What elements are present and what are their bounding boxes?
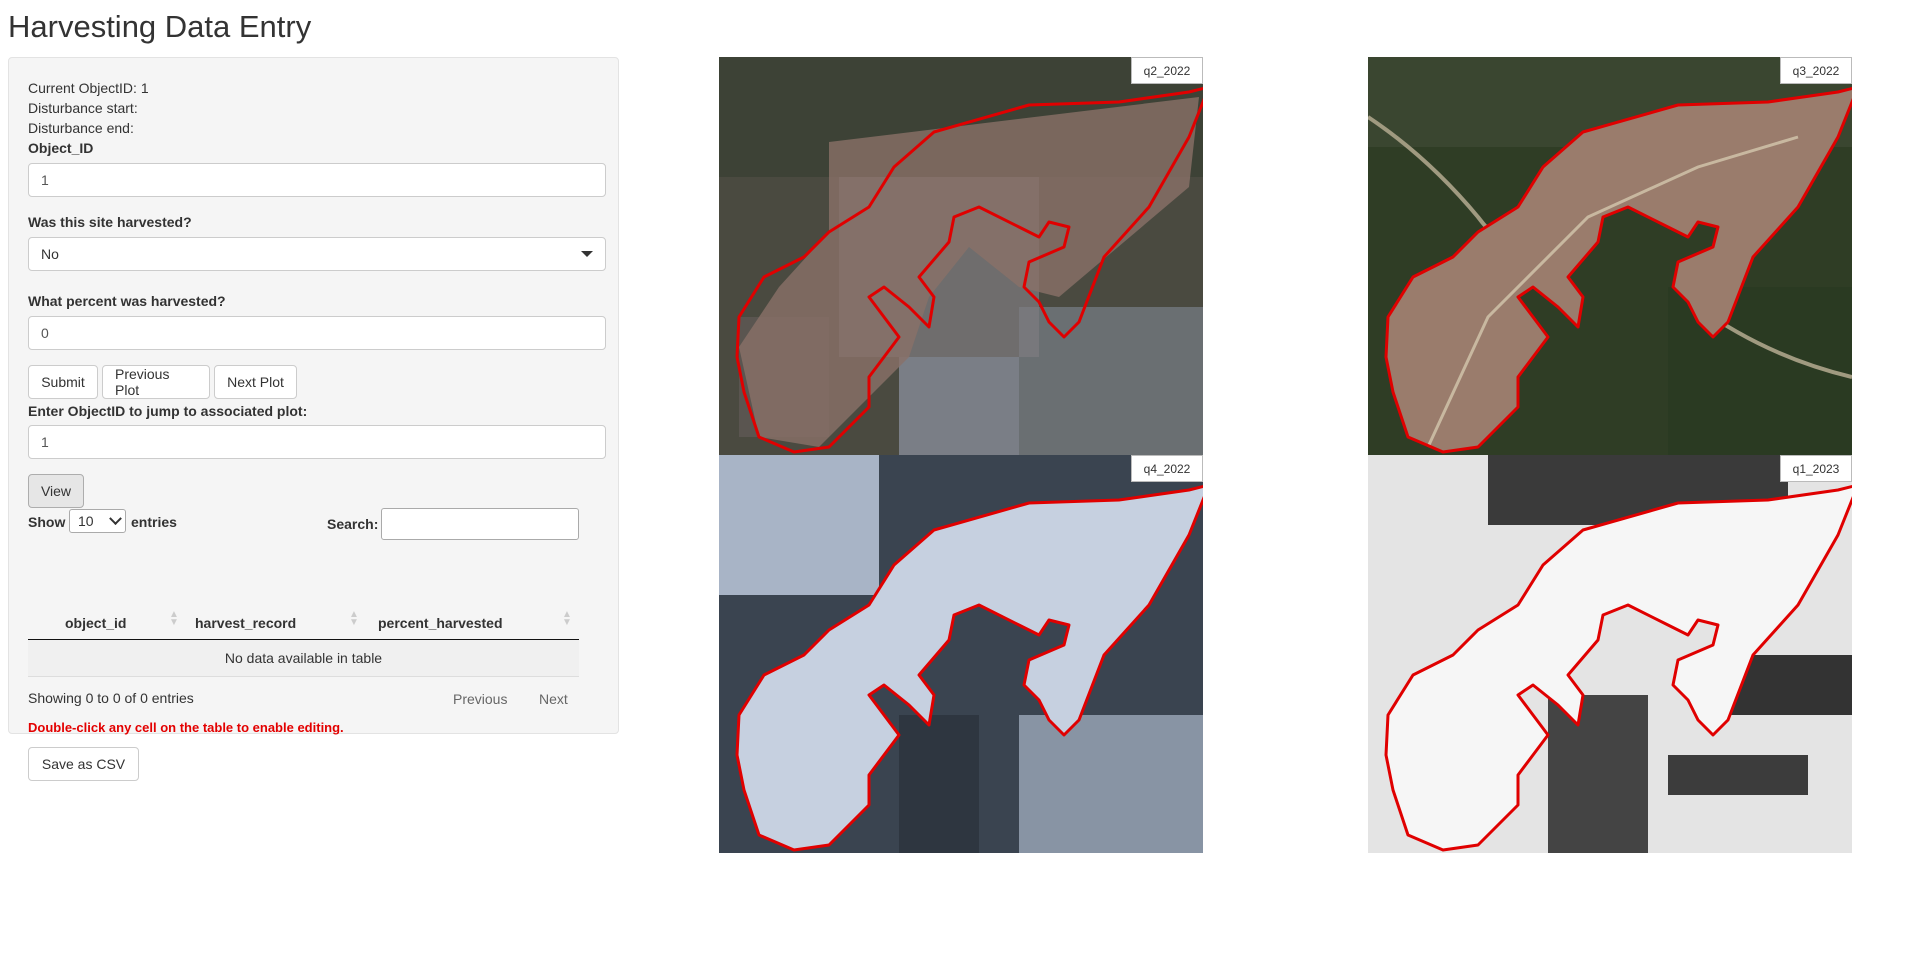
next-page-button[interactable]: Next: [539, 691, 568, 707]
table-search-input[interactable]: [381, 508, 579, 540]
table-empty-row: No data available in table: [28, 640, 579, 677]
previous-page-button[interactable]: Previous: [453, 691, 507, 707]
empty-table-message: No data available in table: [224, 650, 383, 666]
entries-length-select[interactable]: 10: [69, 509, 126, 533]
column-header-object-id[interactable]: object_id: [65, 615, 126, 631]
page-title: Harvesting Data Entry: [8, 9, 312, 44]
view-button[interactable]: View: [28, 474, 84, 508]
column-header-harvest-record[interactable]: harvest_record: [195, 615, 296, 631]
sort-icon[interactable]: ▲ ▼: [169, 610, 179, 628]
current-objectid-text: Current ObjectID: 1: [28, 80, 149, 96]
next-plot-button[interactable]: Next Plot: [214, 365, 297, 399]
percent-label: What percent was harvested?: [28, 293, 226, 309]
disturbance-start-text: Disturbance start:: [28, 100, 138, 116]
search-label: Search:: [327, 516, 379, 532]
map-label-q2-2022: q2_2022: [1131, 57, 1203, 84]
harvested-select-value: No: [41, 246, 59, 262]
harvested-select[interactable]: No: [28, 237, 606, 271]
chevron-down-icon: [109, 511, 122, 525]
satellite-image: [1368, 57, 1852, 455]
disturbance-end-text: Disturbance end:: [28, 120, 134, 136]
satellite-image: [719, 57, 1203, 455]
satellite-image: [719, 455, 1203, 853]
sort-icon[interactable]: ▲ ▼: [562, 610, 572, 628]
map-panel-q3-2022: q3_2022: [1368, 57, 1852, 455]
map-panel-q2-2022: q2_2022: [719, 57, 1203, 455]
jump-objectid-input[interactable]: [28, 425, 606, 459]
map-label-q4-2022: q4_2022: [1131, 455, 1203, 482]
sort-icon[interactable]: ▲ ▼: [349, 610, 359, 628]
map-label-q3-2022: q3_2022: [1780, 57, 1852, 84]
sidebar-panel: Current ObjectID: 1 Disturbance start: D…: [8, 57, 619, 781]
map-label-q1-2023: q1_2023: [1780, 455, 1852, 482]
table-info: Showing 0 to 0 of 0 entries: [28, 690, 194, 706]
satellite-image: [1368, 455, 1852, 853]
entries-length-value: 10: [78, 513, 94, 529]
object-id-input[interactable]: [28, 163, 606, 197]
editing-notice: Double-click any cell on the table to en…: [28, 720, 344, 735]
save-csv-button[interactable]: Save as CSV: [28, 747, 139, 781]
map-panel-q1-2023: q1_2023: [1368, 455, 1852, 853]
caret-down-icon: [581, 251, 593, 257]
previous-plot-button[interactable]: Previous Plot: [102, 365, 210, 399]
column-header-percent-harvested[interactable]: percent_harvested: [378, 615, 503, 631]
percent-input[interactable]: [28, 316, 606, 350]
object-id-label: Object_ID: [28, 140, 94, 156]
submit-button[interactable]: Submit: [28, 365, 98, 399]
map-panel-q4-2022: q4_2022: [719, 455, 1203, 853]
entries-label: entries: [131, 514, 177, 530]
jump-label: Enter ObjectID to jump to associated plo…: [28, 403, 308, 419]
harvested-label: Was this site harvested?: [28, 214, 192, 230]
show-label: Show: [28, 514, 66, 530]
